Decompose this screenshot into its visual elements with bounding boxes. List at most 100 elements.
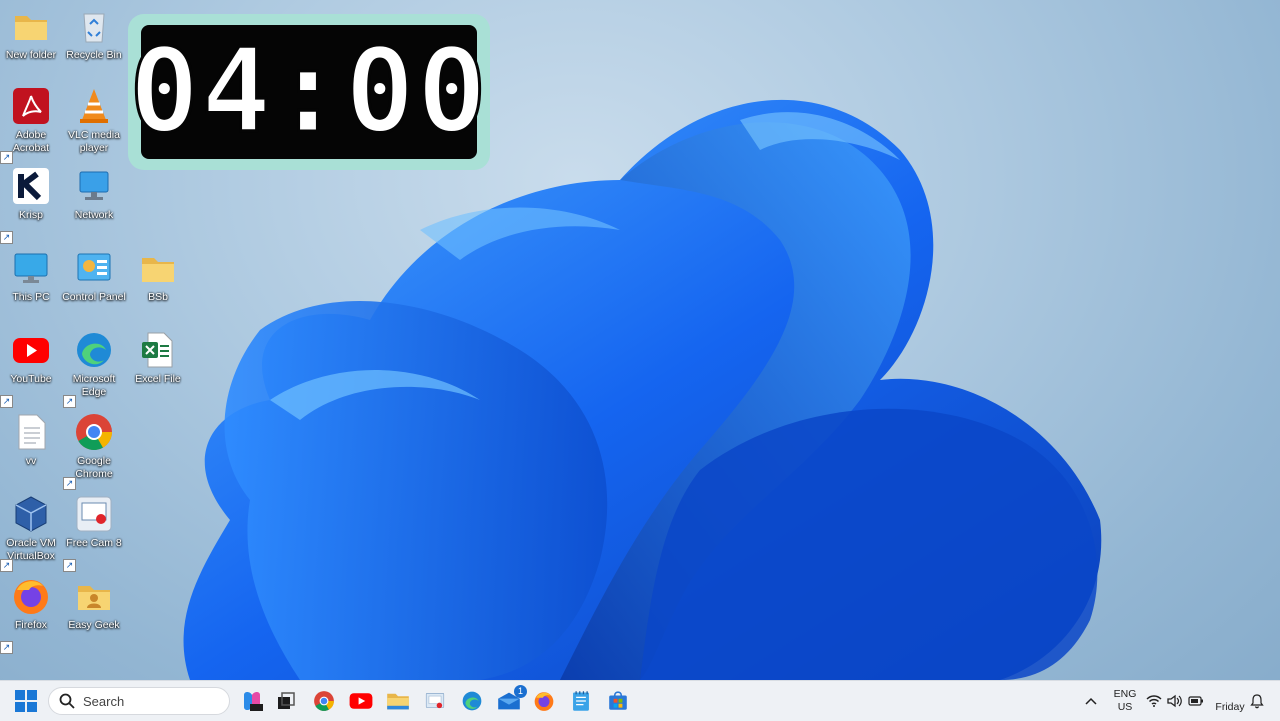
firefox-icon [534, 692, 554, 711]
desktop-icon-vv[interactable]: vv [0, 412, 62, 490]
taskbar-file-explorer[interactable] [384, 687, 412, 715]
control-panel-icon [77, 253, 111, 281]
mail-badge: 1 [514, 685, 527, 698]
network-icon [79, 171, 109, 200]
language-indicator[interactable]: ENG US [1108, 687, 1142, 715]
folder-icon [15, 16, 47, 40]
shortcut-arrow-icon: ↗ [63, 395, 76, 408]
show-hidden-icons-button[interactable] [1080, 687, 1102, 715]
shortcut-arrow-icon: ↗ [0, 395, 13, 408]
start-button[interactable] [12, 687, 40, 715]
excel-file-icon [142, 332, 173, 368]
search-icon [59, 693, 75, 709]
taskbar-mail[interactable]: 1 [495, 685, 527, 715]
recycle-bin-icon [83, 13, 105, 43]
desktop-icon-label: Network [74, 209, 114, 221]
taskbar-task-view[interactable] [272, 687, 300, 715]
wifi-icon [1146, 695, 1162, 707]
edge-icon [462, 691, 482, 711]
file-explorer-icon [387, 693, 409, 710]
desktop-icon-label: Free Cam 8 [66, 537, 122, 549]
desktop-icon-label: BSb [148, 291, 168, 303]
volume-icon [1167, 694, 1182, 708]
shortcut-arrow-icon: ↗ [0, 641, 13, 654]
shortcut-arrow-icon: ↗ [0, 151, 13, 164]
youtube-icon [349, 693, 373, 709]
bell-icon [1250, 694, 1264, 709]
desktop-icon-free-cam[interactable]: ↗ Free Cam 8 [63, 494, 125, 572]
task-view-icon [278, 692, 295, 709]
chrome-icon [314, 691, 334, 711]
desktop-icon-youtube[interactable]: ↗ YouTube [0, 330, 62, 408]
desktop-icon-easy-geek[interactable]: Easy Geek [63, 576, 125, 654]
vlc-cone-icon [80, 89, 108, 123]
taskbar-copilot[interactable] [238, 687, 266, 715]
desktop-icon-recycle-bin[interactable]: Recycle Bin [63, 6, 125, 84]
desktop-icon-network[interactable]: Network [63, 166, 125, 244]
desktop: 04:00 New folder Recycle Bin ↗ Adobe Acr… [0, 0, 1280, 680]
store-icon [609, 691, 627, 710]
user-folder-icon [78, 586, 110, 610]
edge-icon [77, 333, 111, 367]
acrobat-icon [13, 88, 49, 124]
monitor-icon [14, 253, 48, 283]
krisp-icon [13, 168, 49, 204]
desktop-icon-label: Easy Geek [68, 619, 120, 631]
desktop-icon-chrome[interactable]: ↗ Google Chrome [63, 412, 125, 490]
taskbar-youtube[interactable] [347, 687, 375, 715]
desktop-icon-firefox[interactable]: ↗ Firefox [0, 576, 62, 654]
taskbar-store[interactable] [604, 687, 632, 715]
chevron-up-icon [1085, 697, 1097, 705]
taskbar-firefox[interactable] [530, 687, 558, 715]
desktop-icon-control-panel[interactable]: Control Panel [62, 248, 126, 326]
text-file-icon [18, 414, 46, 450]
language-line2: US [1117, 701, 1133, 713]
desktop-icon-label: Excel File [135, 373, 181, 385]
search-placeholder: Search [83, 693, 125, 709]
taskbar-search-box[interactable]: Search [48, 687, 230, 715]
free-cam-icon [76, 496, 112, 532]
notifications-button[interactable] [1244, 687, 1270, 715]
desktop-icon-label: YouTube [10, 373, 52, 385]
desktop-icon-label: New folder [5, 49, 57, 61]
taskbar: Search 1 ENG US Friday [0, 680, 1280, 721]
virtualbox-icon [15, 496, 47, 532]
youtube-icon [13, 338, 49, 363]
taskbar-edge[interactable] [458, 687, 486, 715]
desktop-icon-excel-file[interactable]: Excel File [127, 330, 189, 408]
desktop-icon-this-pc[interactable]: This PC [0, 248, 62, 326]
desktop-icon-virtualbox[interactable]: ↗ Oracle VM VirtualBox [0, 494, 62, 572]
chrome-icon [76, 414, 113, 451]
desktop-icon-bsb-folder[interactable]: BSb [127, 248, 189, 326]
clock-time: 04:00 [128, 24, 489, 159]
desktop-icon-vlc[interactable]: VLC media player [63, 86, 125, 164]
folder-icon [142, 258, 174, 282]
taskbar-chrome[interactable] [310, 687, 338, 715]
desktop-icon-label: Krisp [19, 209, 43, 221]
shortcut-arrow-icon: ↗ [0, 231, 13, 244]
shortcut-arrow-icon: ↗ [63, 559, 76, 572]
taskbar-notepad[interactable] [567, 687, 595, 715]
quick-settings-button[interactable] [1146, 691, 1206, 711]
desktop-icon-label: VLC media player [68, 129, 120, 154]
taskbar-control-panel[interactable] [421, 687, 449, 715]
desktop-icon-label: Recycle Bin [66, 49, 122, 61]
desktop-icon-label: vv [25, 455, 37, 467]
windows-logo-icon [15, 690, 37, 712]
desktop-icon-label: Control Panel [62, 291, 126, 303]
shortcut-arrow-icon: ↗ [0, 559, 13, 572]
control-panel-icon [425, 693, 445, 709]
desktop-icon-krisp[interactable]: ↗ Krisp [0, 166, 62, 244]
copilot-icon [244, 692, 263, 711]
desktop-icon-edge[interactable]: ↗ Microsoft Edge [63, 330, 125, 408]
desktop-icon-label: This PC [12, 291, 50, 303]
clock-face: 04:00 [128, 25, 488, 159]
shortcut-arrow-icon: ↗ [63, 477, 76, 490]
desktop-icon-new-folder[interactable]: New folder [0, 6, 62, 84]
desktop-icon-adobe-acrobat[interactable]: ↗ Adobe Acrobat [0, 86, 62, 164]
language-line1: ENG [1113, 688, 1137, 700]
clock-widget[interactable]: 04:00 [128, 14, 490, 170]
battery-icon [1188, 696, 1203, 706]
firefox-icon [14, 580, 48, 614]
desktop-icon-label: Firefox [14, 619, 48, 631]
